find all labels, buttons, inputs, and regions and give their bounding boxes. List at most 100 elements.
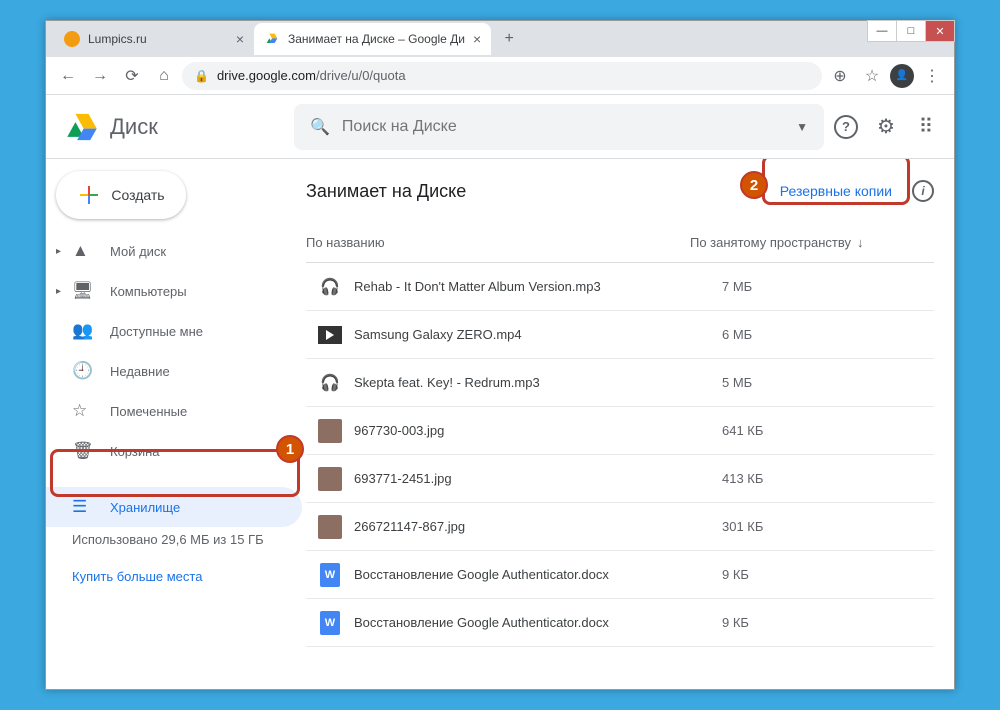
storage-icon: ☰ (72, 497, 92, 517)
profile-avatar[interactable]: 👤 (890, 64, 914, 88)
nav-icon: 🕘 (72, 361, 92, 381)
file-name: 266721147-867.jpg (354, 519, 722, 534)
reload-button[interactable]: ⟳ (118, 62, 146, 90)
table-row[interactable]: W Восстановление Google Authenticator.doc… (306, 551, 934, 599)
info-icon[interactable]: i (912, 180, 934, 202)
sidebar-item-storage[interactable]: ☰ Хранилище (46, 487, 302, 527)
file-name: Skepta feat. Key! - Redrum.mp3 (354, 375, 722, 390)
drive-app-bar: Диск 🔍 ▼ ? ⚙ ⠿ (46, 95, 954, 159)
search-dropdown-icon[interactable]: ▼ (796, 120, 808, 134)
audio-icon: 🎧 (320, 277, 340, 297)
close-window-button[interactable]: ✕ (925, 20, 955, 42)
file-size: 641 КБ (722, 423, 922, 438)
file-size: 9 КБ (722, 615, 922, 630)
audio-icon: 🎧 (320, 373, 340, 393)
sidebar-item-4[interactable]: ☆ Помеченные (46, 391, 302, 431)
back-button[interactable]: ← (54, 62, 82, 90)
file-name: Восстановление Google Authenticator.docx (354, 615, 722, 630)
create-label: Создать (111, 187, 164, 203)
sidebar: Создать ▲Мой диск 🖥 Компьютеры 👥 Доступные м… (46, 159, 302, 689)
browser-toolbar: ← → ⟳ ⌂ 🔒 drive.google.com/drive/u/0/quo… (46, 57, 954, 95)
nav-icon: 🖥 (72, 281, 92, 301)
address-bar[interactable]: 🔒 drive.google.com/drive/u/0/quota (182, 62, 822, 90)
drive-logo[interactable]: Диск (62, 109, 294, 145)
sidebar-item-label: Доступные мне (110, 324, 203, 339)
sidebar-item-2[interactable]: 👥 Доступные мне (46, 311, 302, 351)
tab-strip: Lumpics.ru × Занимает на Диске – Google … (46, 21, 954, 57)
sidebar-item-label: Недавние (110, 364, 170, 379)
file-size: 301 КБ (722, 519, 922, 534)
col-name-header[interactable]: По названию (306, 235, 690, 250)
search-bar[interactable]: 🔍 ▼ (294, 104, 824, 150)
sidebar-item-3[interactable]: 🕘 Недавние (46, 351, 302, 391)
create-button[interactable]: Создать (56, 171, 186, 219)
table-row[interactable]: 967730-003.jpg641 КБ (306, 407, 934, 455)
file-name: 967730-003.jpg (354, 423, 722, 438)
nav-icon: 🗑 (72, 441, 92, 461)
browser-menu-icon[interactable]: ⋮ (918, 62, 946, 90)
sidebar-item-label: Мой диск (110, 244, 166, 259)
page-title: Занимает на Диске (306, 181, 466, 202)
sidebar-item-1[interactable]: 🖥 Компьютеры (46, 271, 302, 311)
window-controls: — □ ✕ (868, 20, 955, 42)
file-name: 693771-2451.jpg (354, 471, 722, 486)
url-host: drive.google.com (217, 68, 316, 83)
home-button[interactable]: ⌂ (150, 62, 178, 90)
settings-gear-icon[interactable]: ⚙ (874, 115, 898, 139)
url-path: /drive/u/0/quota (316, 68, 406, 83)
close-tab-icon[interactable]: × (473, 31, 481, 47)
tab-title: Занимает на Диске – Google Ди (288, 32, 465, 46)
file-size: 7 МБ (722, 279, 922, 294)
plus-icon (77, 183, 101, 207)
file-size: 5 МБ (722, 375, 922, 390)
file-area: Занимает на Диске Резервные копии i По н… (302, 159, 954, 689)
sidebar-item-label: Хранилище (110, 500, 180, 515)
search-input[interactable] (342, 118, 784, 136)
file-name: Samsung Galaxy ZERO.mp4 (354, 327, 722, 342)
column-headers: По названию По занятому пространству ↓ (306, 223, 934, 263)
file-size: 413 КБ (722, 471, 922, 486)
minimize-button[interactable]: — (867, 20, 897, 42)
file-list[interactable]: 🎧 Rehab - It Don't Matter Album Version.m… (306, 263, 934, 689)
drive-favicon-icon (264, 31, 280, 47)
lock-icon: 🔒 (194, 69, 209, 83)
maximize-button[interactable]: □ (896, 20, 926, 42)
file-name: Восстановление Google Authenticator.docx (354, 567, 722, 582)
doc-icon: W (320, 563, 340, 587)
help-icon[interactable]: ? (834, 115, 858, 139)
image-thumb-icon (318, 419, 342, 443)
buy-more-link[interactable]: Купить больше места (46, 553, 302, 588)
table-row[interactable]: Samsung Galaxy ZERO.mp46 МБ (306, 311, 934, 359)
nav-icon: 👥 (72, 321, 92, 341)
tab-drive[interactable]: Занимает на Диске – Google Ди × (254, 23, 491, 55)
table-row[interactable]: 🎧 Rehab - It Don't Matter Album Version.m… (306, 263, 934, 311)
favicon-icon (64, 31, 80, 47)
video-icon (318, 326, 342, 344)
sidebar-item-5[interactable]: 🗑Корзина (46, 431, 302, 471)
bookmark-star-icon[interactable]: ☆ (858, 62, 886, 90)
doc-icon: W (320, 611, 340, 635)
image-thumb-icon (318, 467, 342, 491)
table-row[interactable]: 693771-2451.jpg413 КБ (306, 455, 934, 503)
browser-window: Lumpics.ru × Занимает на Диске – Google … (45, 20, 955, 690)
sidebar-item-label: Компьютеры (110, 284, 187, 299)
tab-title: Lumpics.ru (88, 32, 147, 46)
tab-lumpics[interactable]: Lumpics.ru × (54, 23, 254, 55)
storage-used-text: Использовано 29,6 МБ из 15 ГБ (46, 527, 302, 553)
backups-link[interactable]: Резервные копии (780, 183, 892, 199)
apps-grid-icon[interactable]: ⠿ (914, 115, 938, 139)
sidebar-item-label: Помеченные (110, 404, 187, 419)
table-row[interactable]: 🎧 Skepta feat. Key! - Redrum.mp35 МБ (306, 359, 934, 407)
forward-button[interactable]: → (86, 62, 114, 90)
new-tab-button[interactable]: + (495, 30, 523, 48)
sidebar-item-0[interactable]: ▲Мой диск (46, 231, 302, 271)
file-name: Rehab - It Don't Matter Album Version.mp… (354, 279, 722, 294)
table-row[interactable]: W Восстановление Google Authenticator.doc… (306, 599, 934, 647)
new-doc-icon[interactable]: ⊕ (826, 62, 854, 90)
nav-icon: ☆ (72, 401, 92, 421)
col-size-header[interactable]: По занятому пространству ↓ (690, 235, 910, 250)
search-icon: 🔍 (310, 117, 330, 137)
close-tab-icon[interactable]: × (236, 31, 244, 47)
table-row[interactable]: 266721147-867.jpg301 КБ (306, 503, 934, 551)
image-thumb-icon (318, 515, 342, 539)
